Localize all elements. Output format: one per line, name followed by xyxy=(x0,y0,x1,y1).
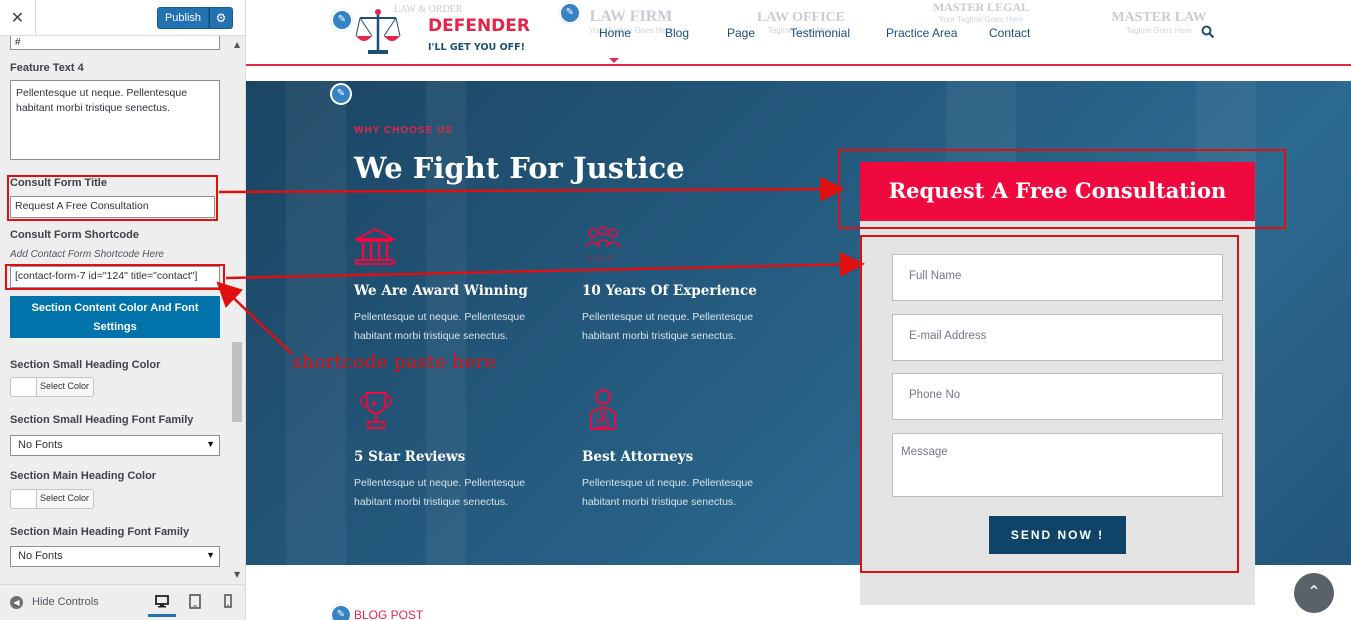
site-logo[interactable]: LAW & ORDER DEFENDER I'LL GET YOU OFF! xyxy=(354,2,534,62)
nav-practice-area[interactable]: Practice Area xyxy=(886,26,957,40)
small-heading-font-select[interactable]: No Fonts ▼ xyxy=(10,435,220,456)
section-small-heading: WHY CHOOSE US xyxy=(354,125,453,136)
consult-form-shortcode-description: Add Contact Form Shortcode Here xyxy=(10,249,164,260)
feature-text: Pellentesque ut neque. Pellentesque habi… xyxy=(354,311,526,342)
annotation-label: shortcode paste here xyxy=(292,351,496,373)
ghost-logo-name: MASTER LAW xyxy=(1111,10,1207,25)
nav-page[interactable]: Page xyxy=(727,26,755,40)
consult-form-shortcode-label: Consult Form Shortcode xyxy=(10,229,139,241)
attorney-icon xyxy=(590,389,616,430)
ghost-logo-tag: Tagline Goes Here xyxy=(1125,26,1193,35)
main-heading-color-picker[interactable]: Select Color xyxy=(10,489,94,509)
blog-post-heading: BLOG POST xyxy=(354,608,424,620)
ghost-logo-master-legal: MASTER LEGAL Your Tagline Goes Here xyxy=(926,0,1036,24)
section-main-heading: We Fight For Justice xyxy=(354,151,685,185)
search-icon[interactable] xyxy=(1201,25,1215,39)
logo-tagline: I'LL GET YOU OFF! xyxy=(428,42,525,53)
ghost-logo-name: LAW OFFICE xyxy=(756,10,846,25)
nav-contact[interactable]: Contact xyxy=(989,26,1030,40)
main-heading-font-select[interactable]: No Fonts ▼ xyxy=(10,546,220,567)
select-value: No Fonts xyxy=(18,550,63,562)
logo-name: DEFENDER xyxy=(428,16,530,36)
small-heading-font-label: Section Small Heading Font Family xyxy=(10,414,194,426)
small-heading-color-picker[interactable]: Select Color xyxy=(10,377,94,397)
tablet-preview-icon[interactable] xyxy=(181,589,209,617)
edit-nav-pencil-icon[interactable]: ✎ xyxy=(559,2,581,24)
customizer-sidebar: ✕ Publish ⚙ # Feature Text 4 Pellentesqu… xyxy=(0,0,246,620)
scroll-to-top-icon[interactable]: ⌃ xyxy=(1294,573,1334,613)
customizer-footer: ◀ Hide Controls xyxy=(0,584,245,620)
feature-text-4-label: Feature Text 4 xyxy=(10,62,84,74)
color-swatch xyxy=(11,378,37,396)
annotation-box-title-input xyxy=(7,175,218,221)
trophy-icon: ★ xyxy=(359,392,393,429)
nav-testimonial[interactable]: Testimonial xyxy=(790,26,850,40)
feature-title: 5 Star Reviews xyxy=(354,449,466,465)
color-swatch xyxy=(11,490,37,508)
svg-text:☆☆☆: ☆☆☆ xyxy=(585,252,615,265)
section-content-settings-button[interactable]: Section Content Color And Font Settings xyxy=(10,296,220,338)
site-header: LAW & ORDER DEFENDER I'LL GET YOU OFF! ✎… xyxy=(246,0,1351,66)
gear-icon[interactable]: ⚙ xyxy=(209,7,233,29)
mobile-preview-icon[interactable] xyxy=(214,589,242,617)
collapse-arrow-icon[interactable]: ◀ xyxy=(10,596,23,609)
hide-controls-button[interactable]: Hide Controls xyxy=(32,596,99,608)
scroll-up-icon[interactable]: ▲ xyxy=(234,40,240,49)
ghost-logo-master-law: MASTER LAW Tagline Goes Here xyxy=(1104,10,1214,35)
edit-logo-pencil-icon[interactable]: ✎ xyxy=(331,9,353,31)
nav-home[interactable]: Home xyxy=(599,26,631,40)
logo-top-text: LAW & ORDER xyxy=(394,4,463,15)
feature-title: 10 Years Of Experience xyxy=(582,283,757,299)
annotation-box-shortcode-input xyxy=(5,264,225,290)
background-pillar xyxy=(286,81,346,565)
small-heading-color-label: Section Small Heading Color xyxy=(10,359,161,371)
previous-text-field[interactable]: # xyxy=(10,36,220,50)
feature-title: We Are Award Winning xyxy=(354,283,528,299)
ghost-logo-name: LAW FIRM xyxy=(589,8,673,25)
ghost-logo-name: MASTER LEGAL xyxy=(932,0,1030,14)
scroll-down-icon[interactable]: ▼ xyxy=(234,570,240,579)
feature-text: Pellentesque ut neque. Pellentesque habi… xyxy=(582,477,754,508)
ghost-logo-tag: Your Tagline Goes Here xyxy=(938,15,1024,24)
feature-text: Pellentesque ut neque. Pellentesque habi… xyxy=(582,311,754,342)
svg-text:★: ★ xyxy=(370,399,378,409)
nav-active-marker xyxy=(609,58,619,63)
edit-blog-pencil-icon[interactable]: ✎ xyxy=(330,604,352,620)
select-color-text: Select Color xyxy=(40,381,90,391)
edit-section-pencil-icon[interactable]: ✎ xyxy=(330,83,352,105)
customizer-header: ✕ Publish ⚙ xyxy=(0,0,245,36)
publish-button[interactable]: Publish xyxy=(157,7,209,29)
sidebar-scrollbar[interactable]: ▲ ▼ xyxy=(231,36,243,584)
select-value: No Fonts xyxy=(18,439,63,451)
annotation-box-form-title xyxy=(838,149,1286,229)
courthouse-icon xyxy=(354,227,396,265)
select-color-text: Select Color xyxy=(40,493,90,503)
scrollbar-thumb[interactable] xyxy=(232,342,242,422)
caret-down-icon: ▼ xyxy=(206,550,215,560)
nav-blog[interactable]: Blog xyxy=(665,26,689,40)
caret-down-icon: ▼ xyxy=(206,439,215,449)
feature-text: Pellentesque ut neque. Pellentesque habi… xyxy=(354,477,526,508)
close-icon[interactable]: ✕ xyxy=(0,0,36,36)
customizer-controls: # Feature Text 4 Pellentesque ut neque. … xyxy=(0,36,230,584)
feature-text-4-textarea[interactable]: Pellentesque ut neque. Pellentesque habi… xyxy=(10,80,220,160)
feature-title: Best Attorneys xyxy=(582,449,694,465)
team-stars-icon: ☆☆☆ xyxy=(585,226,621,265)
desktop-preview-icon[interactable] xyxy=(148,589,176,617)
main-heading-font-label: Section Main Heading Font Family xyxy=(10,526,190,538)
main-heading-color-label: Section Main Heading Color xyxy=(10,470,157,482)
annotation-box-form xyxy=(860,235,1239,573)
